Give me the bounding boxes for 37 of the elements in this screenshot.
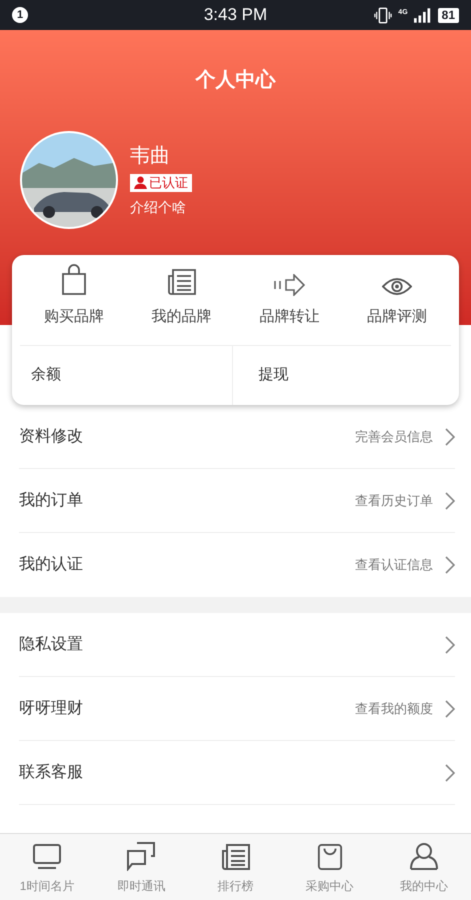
wallet-label[interactable]: 余额 xyxy=(31,364,61,387)
shortcut-button[interactable]: 品牌转让 xyxy=(236,255,344,345)
user-name: 韦曲 xyxy=(130,144,170,168)
shortcut-button[interactable]: 品牌评测 xyxy=(343,255,451,345)
menu-item[interactable]: 呀呀理财 查看我的额度 xyxy=(0,677,471,741)
person-icon xyxy=(134,176,147,189)
chevron-right-icon xyxy=(445,428,455,446)
chevron-right-icon xyxy=(445,636,455,654)
chevron-right-icon xyxy=(445,556,455,574)
signal-icon xyxy=(414,8,432,22)
chevron-right-icon xyxy=(445,700,455,718)
user-bio: 介绍个啥 xyxy=(130,198,186,216)
menu-item[interactable]: 隐私设置 xyxy=(0,613,471,677)
battery-level: 81 xyxy=(438,8,459,22)
notification-badge: 1 xyxy=(12,7,28,23)
menu-item[interactable]: 我的认证 查看认证信息 xyxy=(0,533,471,597)
status-time: 3:43 PM xyxy=(204,4,268,26)
page-title: 个人中心 xyxy=(196,68,276,93)
menu-item[interactable]: 资料修改 完善会员信息 xyxy=(0,405,471,469)
menu-item[interactable]: 联系客服 xyxy=(0,741,471,805)
monitor-icon xyxy=(32,843,62,871)
vibrate-icon xyxy=(374,6,392,24)
chevron-right-icon xyxy=(445,492,455,510)
newspaper-icon xyxy=(166,268,197,296)
menu-item[interactable]: 我的订单 查看历史订单 xyxy=(0,469,471,533)
shopping-bag-icon xyxy=(60,264,87,296)
chat-icon xyxy=(126,841,156,871)
bag-icon xyxy=(316,843,343,871)
verified-badge: 已认证 xyxy=(130,174,192,192)
person-icon xyxy=(408,841,439,871)
shortcut-button[interactable]: 购买品牌 xyxy=(20,255,128,345)
chevron-right-icon xyxy=(445,764,455,782)
arrow-icon xyxy=(273,274,306,296)
shortcut-button[interactable]: 我的品牌 xyxy=(128,255,236,345)
wallet-label[interactable]: 提现 xyxy=(258,364,288,387)
newspaper-icon xyxy=(220,843,250,871)
eye-icon xyxy=(382,276,412,296)
